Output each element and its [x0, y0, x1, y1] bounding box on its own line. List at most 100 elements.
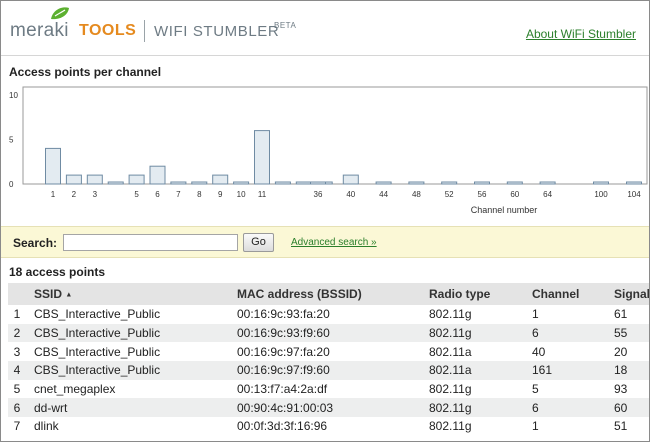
cell-mac: 00:16:9c:97:fa:20	[234, 342, 426, 362]
table-header-row: SSID ▲ MAC address (BSSID) Radio type Ch…	[8, 283, 649, 305]
cell-index: 1	[8, 305, 26, 324]
cell-mac: 00:0f:3d:3f:16:96	[234, 417, 426, 436]
table-row[interactable]: 3 CBS_Interactive_Public 00:16:9c:97:fa:…	[8, 342, 649, 362]
column-header-mac[interactable]: MAC address (BSSID)	[234, 283, 426, 305]
channel-chart: 0 5 10 1 2 3 5 6 7 8 9 10 11 36 40 44 48 52 56 60 64 100 104 Ch…	[1, 83, 649, 221]
x-tick-label: 64	[543, 190, 552, 199]
sort-ascending-icon: ▲	[65, 291, 73, 299]
y-tick-label: 5	[9, 136, 14, 145]
results-count: 18 access points	[9, 265, 106, 279]
cell-signal: 93	[611, 379, 649, 399]
bar-channel-1	[45, 147, 61, 185]
cell-mac: 00:16:9c:93:fa:20	[234, 305, 426, 324]
cell-radio-type: 802.11a	[426, 342, 529, 362]
bar-channel-10	[233, 181, 250, 185]
table-row[interactable]: 1 CBS_Interactive_Public 00:16:9c:93:fa:…	[8, 305, 649, 324]
header-divider	[144, 20, 145, 42]
bar-channel-48	[408, 181, 425, 185]
cell-signal: 55	[611, 323, 649, 343]
bar-channel-40	[342, 174, 359, 185]
plot-area	[22, 86, 648, 185]
bar-channel-7	[170, 181, 187, 185]
x-tick-label: 100	[594, 190, 608, 199]
cell-index: 3	[8, 342, 26, 362]
x-tick-label: 44	[379, 190, 388, 199]
cell-signal: 20	[611, 342, 649, 362]
column-header-channel[interactable]: Channel	[529, 283, 611, 305]
bar-channel-12	[274, 181, 291, 185]
bar-channel-4	[107, 181, 124, 185]
y-tick-label: 0	[9, 180, 14, 189]
cell-radio-type: 802.11g	[426, 417, 529, 436]
x-tick-label: 104	[627, 190, 641, 199]
x-tick-label: 2	[72, 190, 77, 199]
cell-ssid: dd-wrt	[26, 398, 234, 418]
cell-channel: 161	[529, 361, 611, 380]
x-tick-label: 60	[510, 190, 519, 199]
cell-mac: 00:16:9c:93:f9:60	[234, 323, 426, 343]
go-button[interactable]: Go	[243, 233, 274, 252]
bar-channel-9	[212, 174, 229, 185]
bar-channel-44	[375, 181, 392, 185]
cell-ssid: cnet_megaplex	[26, 379, 234, 399]
x-tick-label: 6	[155, 190, 160, 199]
cell-ssid: CBS_Interactive_Public	[26, 361, 234, 380]
cell-mac: 00:90:4c:91:00:03	[234, 398, 426, 418]
cell-radio-type: 802.11g	[426, 379, 529, 399]
x-tick-label: 8	[197, 190, 202, 199]
bar-channel-52	[441, 181, 458, 185]
column-header-radio-type[interactable]: Radio type	[426, 283, 529, 305]
x-tick-label: 5	[134, 190, 139, 199]
bar-channel-104	[626, 181, 642, 185]
cell-radio-type: 802.11g	[426, 323, 529, 343]
column-header-ssid[interactable]: SSID ▲	[26, 283, 234, 305]
cell-index: 2	[8, 323, 26, 343]
x-tick-label: 9	[218, 190, 223, 199]
bar-channel-3	[86, 174, 103, 185]
column-header-index	[8, 283, 26, 305]
cell-channel: 6	[529, 398, 611, 418]
cell-channel: 1	[529, 305, 611, 324]
bar-channel-56	[474, 181, 490, 185]
x-tick-label: 1	[51, 190, 56, 199]
table-row[interactable]: 4 CBS_Interactive_Public 00:16:9c:97:f9:…	[8, 361, 649, 380]
cell-mac: 00:13:f7:a4:2a:df	[234, 379, 426, 399]
brand-logo-text: meraki	[10, 20, 69, 41]
table-row[interactable]: 2 CBS_Interactive_Public 00:16:9c:93:f9:…	[8, 323, 649, 343]
x-axis-label: Channel number	[471, 205, 538, 215]
cell-signal: 60	[611, 398, 649, 418]
cell-radio-type: 802.11g	[426, 305, 529, 324]
x-tick-label: 36	[314, 190, 323, 199]
column-header-signal[interactable]: Signal	[611, 283, 649, 305]
app-title: WIFI STUMBLER	[154, 23, 280, 40]
cell-mac: 00:16:9c:97:f9:60	[234, 361, 426, 380]
table-row[interactable]: 5 cnet_megaplex 00:13:f7:a4:2a:df 802.11…	[8, 379, 649, 399]
app-header: meraki TOOLS WIFI STUMBLER BETA About Wi…	[1, 1, 649, 56]
y-tick-label: 10	[9, 91, 18, 100]
cell-radio-type: 802.11a	[426, 361, 529, 380]
search-input[interactable]	[63, 234, 238, 251]
channel-chart-svg: 05101 2 3 5 6 7 8 9 10 11 36 40 44 48 52 56 60 64 100 104Ch…	[9, 86, 648, 215]
x-tick-label: 56	[478, 190, 487, 199]
bar-channel-11	[254, 130, 270, 185]
cell-channel: 1	[529, 417, 611, 436]
bar-channel-64	[539, 181, 556, 185]
bar-channel-100	[593, 181, 609, 185]
bar-channel-60	[506, 181, 523, 185]
cell-radio-type: 802.11g	[426, 398, 529, 418]
search-label: Search:	[13, 236, 58, 250]
cell-signal: 18	[611, 361, 649, 380]
search-bar: Search: Go Advanced search »	[1, 226, 649, 258]
x-tick-label: 11	[258, 190, 267, 199]
about-link[interactable]: About WiFi Stumbler	[526, 27, 636, 41]
bar-channel-2	[65, 174, 82, 185]
table-row[interactable]: 6 dd-wrt 00:90:4c:91:00:03 802.11g 6 60	[8, 398, 649, 418]
bar-channel-36	[310, 181, 326, 185]
advanced-search-link[interactable]: Advanced search »	[291, 237, 377, 248]
x-tick-label: 7	[176, 190, 181, 199]
x-tick-label: 52	[445, 190, 454, 199]
cell-index: 7	[8, 417, 26, 436]
cell-signal: 61	[611, 305, 649, 324]
x-tick-label: 48	[412, 190, 421, 199]
table-row[interactable]: 7 dlink 00:0f:3d:3f:16:96 802.11g 1 51	[8, 417, 649, 436]
